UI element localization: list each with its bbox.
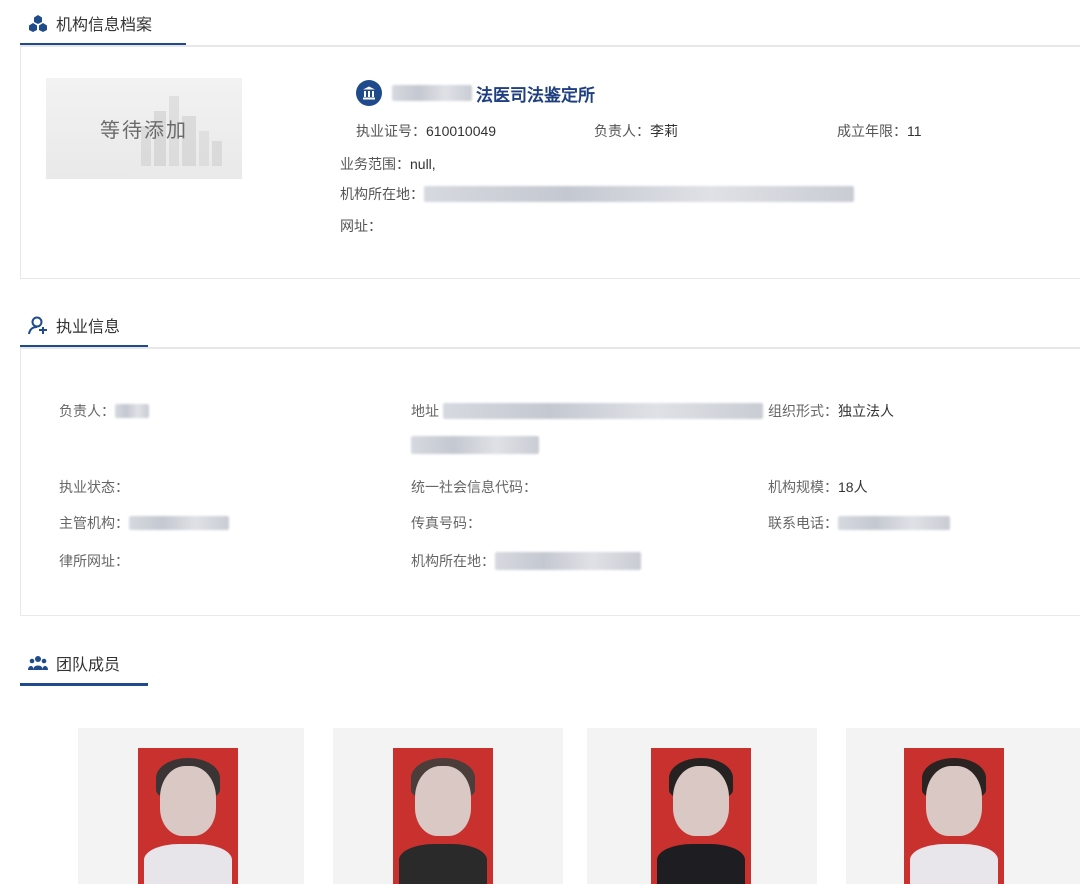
org-name: 法医司法鉴定所 bbox=[476, 85, 595, 105]
user-badge-icon bbox=[28, 316, 47, 335]
redacted-text bbox=[392, 85, 472, 101]
address-field: 地址 bbox=[411, 401, 763, 421]
practice-location-field: 机构所在地： bbox=[411, 551, 641, 571]
status-field: 执业状态： bbox=[59, 479, 129, 495]
team-member-card[interactable] bbox=[78, 728, 304, 884]
team-section-header: 团队成员 bbox=[20, 640, 148, 686]
practice-head-field: 负责人： bbox=[59, 401, 149, 421]
section-title: 团队成员 bbox=[56, 657, 121, 674]
redacted-text bbox=[495, 552, 641, 570]
practice-section-header: 执业信息 bbox=[20, 302, 148, 348]
redacted-text bbox=[838, 516, 950, 530]
member-photo bbox=[651, 748, 751, 884]
scale-field: 机构规模：18人 bbox=[768, 479, 868, 495]
team-member-card[interactable] bbox=[587, 728, 817, 884]
redacted-text bbox=[443, 403, 763, 419]
authority-field: 主管机构： bbox=[59, 513, 229, 533]
member-photo bbox=[138, 748, 238, 884]
fax-field: 传真号码： bbox=[411, 515, 481, 531]
member-photo bbox=[393, 748, 493, 884]
scope-field: 业务范围：null, bbox=[340, 156, 436, 172]
website-field: 网址： bbox=[340, 218, 382, 234]
team-icon bbox=[28, 656, 48, 670]
years-field: 成立年限：11 bbox=[837, 123, 922, 139]
placeholder-text: 等待添加 bbox=[100, 120, 188, 142]
org-name-row: 法医司法鉴定所 bbox=[356, 80, 595, 106]
team-member-card[interactable] bbox=[846, 728, 1080, 884]
section-title: 机构信息档案 bbox=[56, 17, 153, 34]
org-form-field: 组织形式：独立法人 bbox=[768, 403, 894, 419]
credit-code-field: 统一社会信息代码： bbox=[411, 479, 537, 495]
phone-field: 联系电话： bbox=[768, 513, 950, 533]
redacted-text bbox=[411, 436, 539, 454]
practice-card bbox=[20, 348, 1080, 616]
archive-section-header: 机构信息档案 bbox=[20, 0, 186, 46]
redacted-text bbox=[129, 516, 229, 530]
redacted-text bbox=[424, 186, 854, 202]
firm-site-field: 律所网址： bbox=[59, 553, 129, 569]
head-field: 负责人：李莉 bbox=[594, 123, 678, 139]
team-member-card[interactable] bbox=[333, 728, 563, 884]
redacted-text bbox=[115, 404, 149, 418]
section-title: 执业信息 bbox=[56, 319, 121, 336]
section-underline bbox=[20, 683, 148, 686]
org-image-placeholder: 等待添加 bbox=[46, 78, 242, 179]
bank-icon bbox=[356, 80, 382, 106]
license-field: 执业证号：610010049 bbox=[356, 123, 497, 139]
member-photo bbox=[904, 748, 1004, 884]
location-field: 机构所在地： bbox=[340, 184, 854, 204]
cubes-icon bbox=[29, 15, 47, 32]
